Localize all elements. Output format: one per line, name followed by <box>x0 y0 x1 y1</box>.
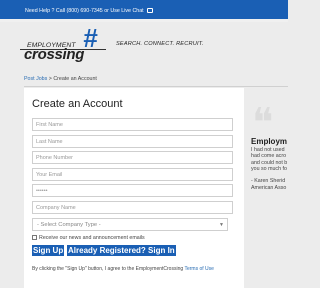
chevron-down-icon: ▼ <box>219 222 224 228</box>
sign-in-button[interactable]: Already Registered? Sign In <box>67 245 176 256</box>
top-help-bar: Need Help ? Call (800) 690-7345 or Use L… <box>0 0 288 22</box>
breadcrumb-separator: > <box>48 76 52 82</box>
logo-hash-icon: # <box>83 23 98 53</box>
company-type-value: - Select Company Type - <box>37 222 101 228</box>
company-type-select[interactable]: - Select Company Type - ▼ <box>32 218 228 231</box>
last-name-input[interactable]: Last Name <box>32 135 233 148</box>
site-header: EMPLOYMENT crossing # SEARCH. CONNECT. R… <box>0 22 288 72</box>
help-text: Need Help ? Call (800) 690-7345 or Use L… <box>25 8 153 14</box>
newsletter-label: Receive our news and announcement emails <box>39 235 145 241</box>
terms-of-use-link[interactable]: Terms of Use <box>184 266 213 272</box>
newsletter-checkbox[interactable] <box>32 235 37 240</box>
employmentcrossing-logo[interactable]: EMPLOYMENT crossing # <box>20 23 130 69</box>
testimonial-line: you so much fo <box>251 166 287 172</box>
terms-notice: By clicking the "Sign Up" button, I agre… <box>32 266 214 272</box>
newsletter-option: Receive our news and announcement emails <box>32 235 145 243</box>
terms-text: By clicking the "Sign Up" button, I agre… <box>32 266 184 272</box>
breadcrumb-divider <box>24 86 288 87</box>
first-name-input[interactable]: First Name <box>32 118 233 131</box>
email-input[interactable]: Your Email <box>32 168 233 181</box>
breadcrumb-post-jobs-link[interactable]: Post Jobs <box>24 76 47 82</box>
password-input[interactable]: •••••• <box>32 184 233 197</box>
sign-up-button[interactable]: Sign Up <box>32 245 65 256</box>
phone-number-input[interactable]: Phone Number <box>32 151 233 164</box>
chat-bubble-icon[interactable] <box>146 8 153 13</box>
breadcrumb: Post Jobs > Create an Account <box>24 76 97 82</box>
tagline: SEARCH. CONNECT. RECRUIT. <box>116 41 204 47</box>
company-name-input[interactable]: Company Name <box>32 201 233 214</box>
help-text-label: Need Help ? Call (800) 690-7345 or Use L… <box>25 8 144 14</box>
logo-word-crossing: crossing <box>24 46 85 63</box>
page-title: Create an Account <box>32 98 123 110</box>
breadcrumb-current: Create an Account <box>53 76 97 82</box>
testimonial-attribution: - Karen Sherid <box>251 178 286 184</box>
testimonial-attribution: American Asso <box>251 185 287 191</box>
testimonial-line: had come acro <box>251 153 287 159</box>
testimonial-heading: Employm <box>251 137 288 146</box>
